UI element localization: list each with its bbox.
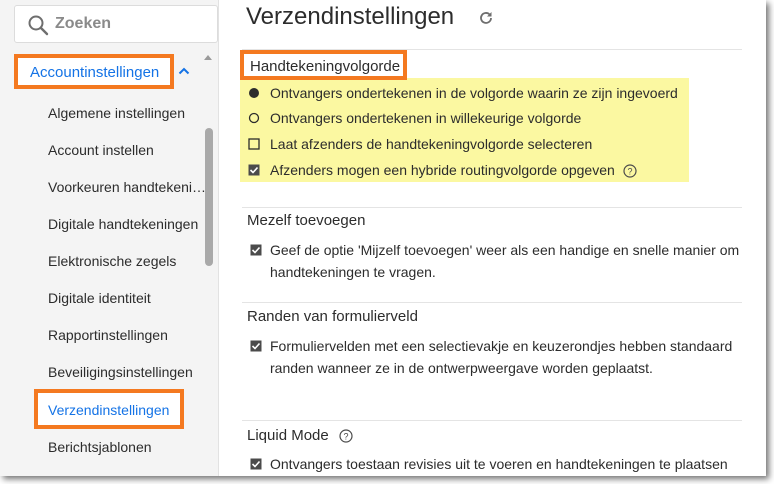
checkbox-add-myself[interactable] — [250, 244, 262, 256]
radio-label: Ontvangers ondertekenen in willekeurige … — [270, 110, 582, 126]
svg-text:?: ? — [343, 432, 348, 442]
section-title: Handtekeningvolgorde — [250, 58, 401, 75]
form-borders-description: Formuliervelden met een selectievakje en… — [270, 335, 740, 379]
section-liquid-mode-title: Liquid Mode — [247, 427, 329, 444]
divider — [242, 302, 742, 303]
search-field[interactable]: Zoeken — [14, 5, 218, 43]
sidebar-item-electronic-seals[interactable]: Elektronische zegels — [48, 253, 206, 269]
sidebar-item-message-templates[interactable]: Berichtsjablonen — [48, 439, 206, 455]
checkbox-liquid-mode[interactable] — [250, 458, 262, 470]
description-line: Ontvangers toestaan revisies uit te voer… — [270, 456, 728, 472]
sidebar-section-account-settings[interactable]: Accountinstellingen — [14, 54, 174, 89]
settings-sidebar: Zoeken Accountinstellingen Algemene inst… — [0, 0, 219, 476]
section-signing-order-title: Handtekeningvolgorde — [240, 50, 407, 80]
sidebar-scrollbar-thumb[interactable] — [205, 128, 213, 266]
liquid-mode-description: Ontvangers toestaan revisies uit te voer… — [270, 453, 740, 476]
section-add-myself-title: Mezelf toevoegen — [247, 212, 366, 229]
checkbox-unchecked[interactable] — [248, 138, 260, 150]
chevron-up-icon[interactable] — [178, 67, 190, 75]
radio-unselected[interactable] — [248, 112, 260, 124]
description-line: Formuliervelden met een selectievakje en… — [270, 338, 733, 354]
description-line: Geef de optie 'Mijzelf toevoegen' weer a… — [270, 242, 740, 258]
divider — [242, 207, 742, 208]
sidebar-item-signature-preferences[interactable]: Voorkeuren handtekeningen — [48, 179, 206, 195]
app-window: Zoeken Accountinstellingen Algemene inst… — [0, 0, 766, 476]
checkbox-label: Afzenders mogen een hybride routingvolgo… — [270, 162, 615, 178]
sidebar-item-send-settings[interactable]: Verzendinstellingen — [34, 389, 184, 429]
sidebar-item-security-settings[interactable]: Beveiligingsinstellingen — [48, 364, 206, 380]
checkbox-checked[interactable] — [248, 164, 260, 176]
sidebar-item-digital-signatures[interactable]: Digitale handtekeningen — [48, 216, 206, 232]
main-content: Verzendinstellingen Handtekeningvolgorde… — [219, 0, 766, 476]
sidebar-item-digital-identity[interactable]: Digitale identiteit — [48, 290, 206, 306]
sidebar-section-label: Accountinstellingen — [30, 64, 160, 81]
radio-selected[interactable] — [248, 87, 260, 99]
radio-label: Ontvangers ondertekenen in de volgorde w… — [270, 85, 678, 101]
page-title: Verzendinstellingen — [246, 3, 455, 30]
search-icon — [28, 15, 49, 36]
sidebar-item-label: Verzendinstellingen — [48, 402, 170, 418]
description-line: handtekeningen te vragen. — [270, 264, 436, 280]
divider — [242, 420, 742, 421]
help-icon[interactable]: ? — [339, 429, 353, 443]
description-line: randen wanneer ze in de ontwerpweergave … — [270, 360, 653, 376]
refresh-icon[interactable] — [478, 10, 494, 26]
search-placeholder: Zoeken — [55, 15, 112, 32]
sidebar-item-report-settings[interactable]: Rapportinstellingen — [48, 327, 206, 343]
help-icon[interactable]: ? — [623, 164, 637, 178]
section-form-borders-title: Randen van formulierveld — [247, 308, 418, 325]
sidebar-item-account-setup[interactable]: Account instellen — [48, 142, 206, 158]
sidebar-item-general-settings[interactable]: Algemene instellingen — [48, 105, 206, 121]
checkbox-label: Laat afzenders de handtekeningvolgorde s… — [270, 136, 593, 152]
scroll-up-arrow-icon[interactable] — [203, 52, 213, 62]
add-myself-description: Geef de optie 'Mijzelf toevoegen' weer a… — [270, 239, 740, 283]
checkbox-form-borders[interactable] — [250, 340, 262, 352]
svg-text:?: ? — [627, 167, 632, 177]
